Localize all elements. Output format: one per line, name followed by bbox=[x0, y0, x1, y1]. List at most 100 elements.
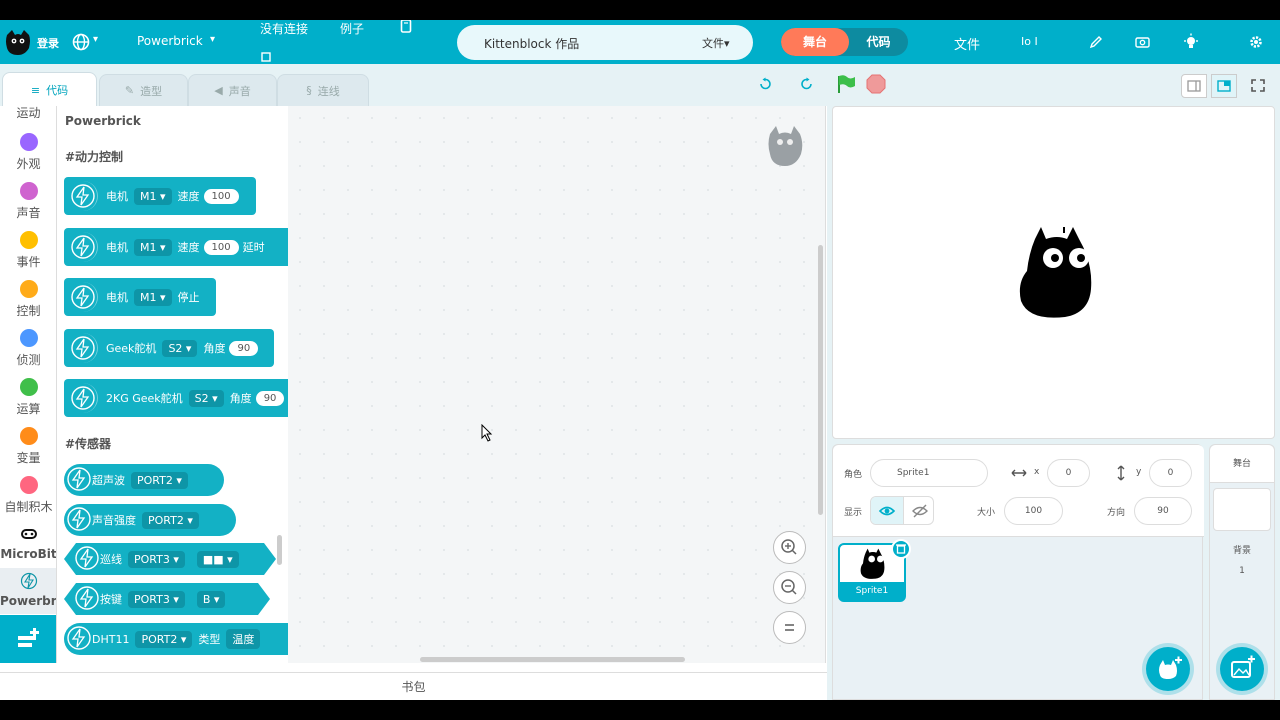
category-sensing[interactable]: 侦测 bbox=[0, 329, 56, 368]
globe-icon[interactable] bbox=[72, 33, 90, 51]
sprite-info: 角色 Sprite1 x 0 y 0 显示 大小 100 方向 90 bbox=[833, 445, 1204, 537]
trash-icon bbox=[896, 544, 906, 554]
sprite-name-input[interactable]: Sprite1 bbox=[870, 459, 988, 487]
zoom-reset-button[interactable] bbox=[773, 611, 806, 644]
lightbulb-icon[interactable] bbox=[1182, 33, 1200, 51]
category-operators[interactable]: 运算 bbox=[0, 378, 56, 417]
workspace-vertical-scrollbar[interactable] bbox=[818, 245, 823, 515]
block-param-label: 速度 bbox=[177, 190, 200, 203]
port-dropdown[interactable]: M1 ▾ bbox=[134, 288, 172, 306]
category-looks[interactable]: 外观 bbox=[0, 133, 56, 172]
kitten-sprite-icon[interactable] bbox=[1019, 225, 1095, 321]
block-param-label: 角度 bbox=[229, 392, 252, 405]
dht11-block[interactable]: DHT11 PORT2 ▾ 类型 温度 bbox=[64, 623, 288, 655]
angle-input[interactable]: 90 bbox=[255, 390, 285, 406]
project-name-box[interactable]: Kittenblock 作品 文件▾ bbox=[457, 25, 753, 60]
add-extension-button[interactable] bbox=[0, 615, 56, 663]
dht-type-dropdown[interactable]: 温度 bbox=[226, 629, 261, 649]
speed-input[interactable]: 100 bbox=[203, 188, 239, 204]
tab-costumes[interactable]: ✎ 造型 bbox=[99, 74, 188, 106]
category-my-blocks[interactable]: 自制积木 bbox=[0, 476, 56, 515]
port-dropdown[interactable]: PORT3 ▾ bbox=[128, 591, 185, 608]
port-dropdown[interactable]: PORT2 ▾ bbox=[142, 511, 199, 529]
tab-code[interactable]: ≡ 代码 bbox=[2, 72, 97, 107]
x-input[interactable]: 0 bbox=[1047, 459, 1090, 487]
speed-input[interactable]: 100 bbox=[203, 239, 239, 255]
port-dropdown[interactable]: S2 ▾ bbox=[162, 339, 198, 357]
backpack-bar[interactable]: 书包 bbox=[0, 672, 827, 700]
normal-stage-button[interactable] bbox=[1211, 74, 1237, 98]
script-workspace[interactable] bbox=[288, 106, 826, 663]
green-flag-icon[interactable] bbox=[836, 74, 856, 94]
stage-thumbnail[interactable] bbox=[1213, 488, 1271, 531]
device-caret-icon[interactable]: ▾ bbox=[210, 34, 215, 45]
motor-stop-block[interactable]: 电机 M1 ▾ 停止 bbox=[64, 278, 216, 316]
globe-caret-icon[interactable]: ▾ bbox=[93, 34, 98, 45]
powerbrick-block-icon bbox=[66, 506, 92, 535]
category-events[interactable]: 事件 bbox=[0, 231, 56, 270]
sensor-state-dropdown[interactable]: ■■ ▾ bbox=[197, 551, 239, 568]
undo-icon[interactable] bbox=[758, 77, 773, 92]
category-control[interactable]: 控制 bbox=[0, 280, 56, 319]
geek-2kg-servo-block[interactable]: 2KG Geek舵机 S2 ▾ 角度 90 bbox=[64, 379, 288, 417]
gear-icon[interactable] bbox=[1249, 35, 1263, 49]
notebook-icon[interactable] bbox=[400, 20, 412, 34]
delete-sprite-button[interactable] bbox=[891, 539, 911, 559]
category-label: 声音 bbox=[16, 206, 41, 220]
port-dropdown[interactable]: M1 ▾ bbox=[134, 238, 172, 256]
counter-button[interactable]: Io I bbox=[1021, 35, 1038, 48]
port-dropdown[interactable]: M1 ▾ bbox=[134, 187, 172, 205]
category-motion[interactable]: 运动 bbox=[0, 106, 56, 121]
mode-stage-button[interactable]: 舞台 bbox=[781, 28, 849, 56]
kittenblock-logo-icon[interactable] bbox=[4, 28, 32, 56]
category-variables[interactable]: 变量 bbox=[0, 427, 56, 466]
zoom-out-button[interactable] bbox=[773, 571, 806, 604]
pencil-icon[interactable] bbox=[1089, 35, 1103, 49]
tab-sounds[interactable]: ◀ 声音 bbox=[188, 74, 277, 106]
fullscreen-button[interactable] bbox=[1246, 74, 1272, 98]
motor-speed-delay-block[interactable]: 电机 M1 ▾ 速度 100 延时 bbox=[64, 228, 288, 266]
stage-canvas[interactable] bbox=[832, 106, 1275, 439]
category-label: 运动 bbox=[16, 106, 41, 120]
add-backdrop-button[interactable] bbox=[1220, 647, 1264, 691]
project-name[interactable]: Kittenblock 作品 bbox=[484, 35, 579, 52]
sound-level-block[interactable]: 声音强度 PORT2 ▾ bbox=[64, 504, 236, 536]
connection-status[interactable]: 没有连接 bbox=[260, 20, 308, 37]
category-microbit[interactable]: MicroBit bbox=[0, 525, 56, 561]
port-dropdown[interactable]: PORT2 ▾ bbox=[135, 630, 193, 648]
camera-icon[interactable] bbox=[1135, 36, 1150, 48]
device-select[interactable]: Powerbrick bbox=[137, 34, 203, 48]
redo-icon[interactable] bbox=[799, 77, 814, 92]
ultrasonic-block[interactable]: 超声波 PORT2 ▾ bbox=[64, 464, 224, 496]
hide-sprite-button[interactable] bbox=[903, 497, 933, 524]
angle-input[interactable]: 90 bbox=[229, 340, 259, 356]
category-powerbrick[interactable]: Powerbrick bbox=[0, 568, 56, 614]
stop-icon[interactable] bbox=[866, 74, 886, 94]
small-stage-button[interactable] bbox=[1181, 74, 1207, 98]
geek-servo-block[interactable]: Geek舵机 S2 ▾ 角度 90 bbox=[64, 329, 274, 367]
size-input[interactable]: 100 bbox=[1004, 497, 1063, 525]
motor-speed-block[interactable]: 电机 M1 ▾ 速度 100 bbox=[64, 177, 256, 215]
port-dropdown[interactable]: PORT3 ▾ bbox=[128, 551, 185, 568]
mode-code-button[interactable]: 代码 bbox=[849, 28, 908, 56]
palette-scrollbar[interactable] bbox=[277, 535, 282, 565]
examples-link[interactable]: 例子 bbox=[340, 20, 364, 37]
direction-input[interactable]: 90 bbox=[1134, 497, 1192, 525]
port-dropdown[interactable]: S2 ▾ bbox=[188, 389, 224, 407]
zoom-in-button[interactable] bbox=[773, 531, 806, 564]
palette-title: Powerbrick bbox=[65, 114, 141, 128]
add-sprite-button[interactable] bbox=[1146, 647, 1190, 691]
show-sprite-button[interactable] bbox=[871, 497, 903, 524]
port-dropdown[interactable]: PORT2 ▾ bbox=[131, 471, 188, 489]
button-block[interactable]: 按键 PORT3 ▾ B ▾ bbox=[64, 583, 270, 615]
y-input[interactable]: 0 bbox=[1149, 459, 1192, 487]
button-key-dropdown[interactable]: B ▾ bbox=[197, 591, 226, 608]
line-follower-block[interactable]: 巡线 PORT3 ▾ ■■ ▾ bbox=[64, 543, 276, 575]
project-file-menu[interactable]: 文件▾ bbox=[702, 35, 730, 51]
block-label: 电机 bbox=[106, 241, 128, 254]
tab-wiring[interactable]: § 连线 bbox=[277, 74, 369, 106]
category-sound[interactable]: 声音 bbox=[0, 182, 56, 221]
file-menu[interactable]: 文件 bbox=[954, 34, 980, 53]
workspace-horizontal-scrollbar[interactable] bbox=[420, 657, 685, 662]
login-link[interactable]: 登录 bbox=[37, 35, 59, 51]
